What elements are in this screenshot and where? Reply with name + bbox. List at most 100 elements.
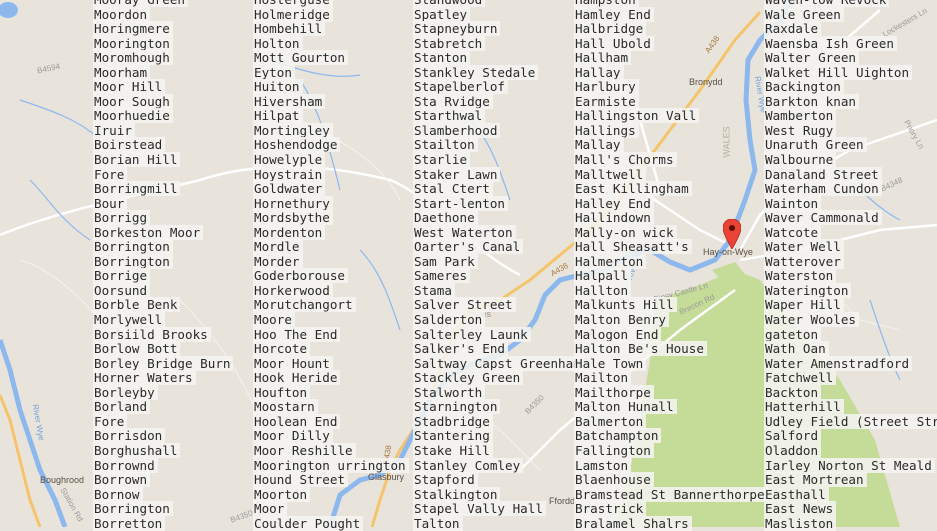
place-name-item[interactable]: Stantering [413,428,584,444]
place-name-item[interactable]: Borble Benk [93,297,233,313]
place-name-item[interactable]: Borringmill [93,181,233,197]
place-name-item[interactable]: Hallings [574,122,768,139]
place-name-item[interactable]: Moor Hount [253,355,409,372]
place-name-item[interactable]: Wamberton [764,108,937,124]
place-name-item[interactable]: Borghushall [93,442,233,459]
place-name-item[interactable]: East Mortrean [764,472,937,488]
place-name-item[interactable]: Walter Green [764,50,937,66]
place-name-item[interactable]: Goldwater [253,181,409,197]
place-name-item[interactable]: Hilpat [253,108,409,124]
place-name-item[interactable]: Moorington [93,35,233,52]
place-name-item[interactable]: Moorton [253,486,409,503]
place-name-item[interactable]: Waterston [764,268,937,284]
place-name-item[interactable]: Starnington [413,399,584,415]
place-name-item[interactable]: Stama [413,282,584,299]
place-name-item[interactable]: Watcote [764,224,937,241]
place-name-item[interactable]: Hale Town [574,355,768,372]
place-name-item[interactable]: Mordle [253,239,409,255]
place-name-item[interactable]: Waper Hill [764,297,937,313]
place-name-item[interactable]: Stankley Stedale [413,64,584,81]
place-name-item[interactable]: Fatchwell [764,370,937,386]
place-name-item[interactable]: Borrington [93,239,233,255]
place-name-item[interactable]: Slamberhood [413,122,584,139]
place-name-item[interactable]: Borretton [93,515,233,531]
place-name-item[interactable]: Stanley Comley [413,457,584,474]
place-name-item[interactable]: Sameres [413,268,584,284]
place-name-item[interactable]: Morlywell [93,312,233,328]
place-name-item[interactable]: Hoshendodge [253,137,409,153]
place-name-item[interactable]: Easthall [764,486,937,503]
place-name-item[interactable]: Hall Ubold [574,35,768,52]
place-name-item[interactable]: Bornow [93,486,233,503]
place-name-item[interactable]: Borsiild Brooks [93,326,233,343]
place-name-item[interactable]: Moostarn [253,399,409,415]
place-name-item[interactable]: Water Wooles [764,312,937,328]
place-name-item[interactable]: Stailton [413,137,584,153]
place-name-item[interactable]: Mailthorpe [574,384,768,401]
place-name-item[interactable]: Borrigg [93,210,233,226]
place-name-item[interactable]: Halmerton [574,253,768,270]
place-name-item[interactable]: Bour [93,195,233,212]
place-name-item[interactable]: Borleyby [93,384,233,401]
place-name-item[interactable]: Balmerton [574,413,768,430]
place-name-item[interactable]: Mott Gourton [253,50,409,66]
place-name-item[interactable]: Goderborouse [253,268,409,284]
place-name-item[interactable]: Stalworth [413,384,584,401]
place-name-item[interactable]: Daethone [413,210,584,226]
place-name-item[interactable]: Water Well [764,239,937,255]
place-name-item[interactable]: Boirstead [93,137,233,153]
place-name-item[interactable]: Blaenhouse [574,472,768,488]
place-name-item[interactable]: Stapneyburn [413,21,584,37]
place-name-item[interactable]: Waterham Cundon [764,181,937,197]
place-name-item[interactable]: Hallton [574,282,768,299]
place-name-item[interactable]: Moorhuedie [93,108,233,124]
place-name-item[interactable]: Halley End [574,195,768,212]
place-name-item[interactable]: Holton [253,35,409,52]
place-name-item[interactable]: Hornethury [253,195,409,212]
place-name-item[interactable]: Moordon [93,6,233,23]
place-name-item[interactable]: Moor Hill [93,79,233,95]
place-name-item[interactable]: Hallham [574,50,768,66]
place-name-item[interactable]: Udley Field (Street Street) [764,413,937,430]
place-name-item[interactable]: Staker Lawn [413,166,584,183]
place-name-item[interactable]: Moorham [93,64,233,81]
place-name-item[interactable]: Sta Rvidge [413,93,584,110]
place-name-item[interactable]: Unaruth Green [764,137,937,153]
place-name-item[interactable]: Hoolean End [253,413,409,430]
place-name-item[interactable]: Mordsbythe [253,210,409,226]
place-name-item[interactable]: Earmiste [574,93,768,110]
place-name-item[interactable]: Eyton [253,64,409,81]
place-name-item[interactable]: Saltway Capst Greenham [413,355,584,372]
place-name-item[interactable]: Hatterhill [764,399,937,415]
place-name-item[interactable]: Iruir [93,122,233,139]
place-name-item[interactable]: Waver Cammonald [764,210,937,226]
place-name-item[interactable]: Talton [413,515,584,531]
place-name-item[interactable]: Malton Benry [574,312,768,328]
place-name-item[interactable]: Wath Oan [764,341,937,357]
place-name-item[interactable]: Halton Be's House [574,341,768,357]
place-name-item[interactable]: Walbourne [764,152,937,168]
place-name-item[interactable]: Stapford [413,472,584,488]
place-name-item[interactable]: Bralamel Shalrs [574,515,768,531]
place-name-item[interactable]: Hombehill [253,21,409,37]
place-name-item[interactable]: Borrisdon [93,428,233,444]
place-name-item[interactable]: Borrown [93,472,233,488]
place-name-item[interactable]: Bramstead St Bannerthorpe [574,486,768,503]
place-name-item[interactable]: Stalkington [413,486,584,503]
place-name-item[interactable]: Borland [93,399,233,415]
place-name-item[interactable]: Stanton [413,50,584,66]
place-name-item[interactable]: Raxdale [764,21,937,37]
place-name-item[interactable]: Hound Street [253,472,409,488]
place-name-item[interactable]: West Waterton [413,224,584,241]
place-name-item[interactable]: Starthwal [413,108,584,124]
place-name-item[interactable]: Sam Park [413,253,584,270]
place-name-item[interactable]: Borian Hill [93,152,233,168]
place-name-item[interactable]: Huiton [253,79,409,95]
place-name-item[interactable]: Horcote [253,341,409,357]
place-name-item[interactable]: Backton [764,384,937,401]
place-name-item[interactable]: Salker's End [413,341,584,357]
place-name-item[interactable]: Oladdon [764,442,937,459]
place-name-item[interactable]: Salderton [413,312,584,328]
place-name-item[interactable]: Waensba Ish Green [764,35,937,52]
place-name-item[interactable]: Starlie [413,152,584,168]
